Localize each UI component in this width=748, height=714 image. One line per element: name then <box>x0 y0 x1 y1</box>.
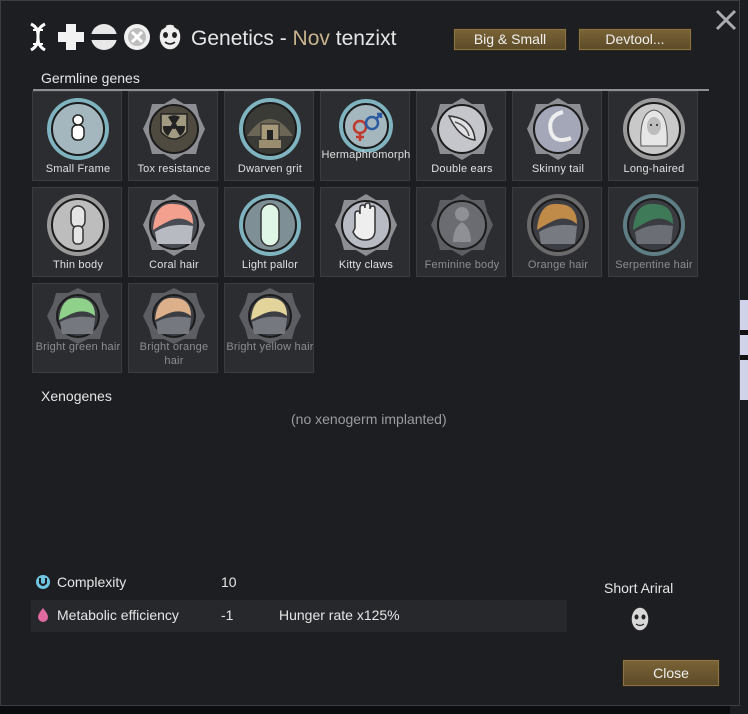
germline-genes-label: Germline genes <box>41 70 140 86</box>
pill-icon[interactable] <box>89 21 119 53</box>
x-circle-icon[interactable] <box>122 21 152 53</box>
gene-label: Bright green hair <box>35 341 121 353</box>
gene-label: Bright yellow hair <box>226 341 314 353</box>
title-icon-row <box>23 21 185 53</box>
gene-label: Double ears <box>431 163 493 175</box>
complexity-icon <box>36 575 50 589</box>
gene-label: Kitty claws <box>338 259 394 271</box>
serpentine-hair-icon <box>623 194 685 256</box>
gene-label: Light pallor <box>241 259 299 271</box>
gene-label: Dwarven grit <box>237 163 303 175</box>
gene-long-haired[interactable]: Long-haired <box>608 91 698 181</box>
bright-green-hair-icon <box>47 288 109 344</box>
gene-label: Skinny tail <box>531 163 585 175</box>
gene-bright-green-hair[interactable]: Bright green hair <box>32 283 122 373</box>
gene-label: Long-haired <box>623 163 685 175</box>
no-xenogerm-text: (no xenogerm implanted) <box>291 411 447 427</box>
gene-serpentine-hair[interactable]: Serpentine hair <box>608 187 698 277</box>
gene-orange-hair[interactable]: Orange hair <box>512 187 602 277</box>
gene-label: Coral hair <box>149 259 199 271</box>
coral-hair-icon <box>143 194 205 256</box>
skinny-tail-icon <box>527 98 589 160</box>
gene-thin-body[interactable]: Thin body <box>32 187 122 277</box>
gene-bright-orange-hair[interactable]: Bright orange hair <box>128 283 218 373</box>
genetics-dialog: Genetics - Nov tenzixt Big & Small Devto… <box>0 0 740 706</box>
gene-label: Hermaphromorph <box>321 149 411 161</box>
stat-name: Complexity <box>57 574 127 590</box>
light-pallor-icon <box>239 194 301 256</box>
big-small-button[interactable]: Big & Small <box>453 28 567 51</box>
stat-row-metabolic-efficiency[interactable]: Metabolic efficiency -1 Hunger rate x125… <box>31 600 567 632</box>
long-haired-icon <box>623 98 685 160</box>
gene-label: Tox resistance <box>137 163 211 175</box>
face-mask-icon[interactable] <box>155 21 185 53</box>
title-prefix: Genetics - <box>191 27 293 50</box>
stat-note: Hunger rate x125% <box>279 607 400 623</box>
gene-label: Thin body <box>52 259 104 271</box>
gene-label: Small Frame <box>45 163 111 175</box>
bright-yellow-hair-icon <box>239 288 301 344</box>
gene-label: Orange hair <box>527 259 589 271</box>
gene-dwarven-grit[interactable]: Dwarven grit <box>224 91 314 181</box>
gene-coral-hair[interactable]: Coral hair <box>128 187 218 277</box>
pawn-name: tenzixt <box>329 27 397 50</box>
close-icon[interactable] <box>713 7 739 33</box>
stat-name: Metabolic efficiency <box>57 607 179 623</box>
gene-small-frame[interactable]: Small Frame <box>32 91 122 181</box>
tox-resistance-icon <box>143 98 205 160</box>
small-frame-icon <box>47 98 109 160</box>
cross-icon[interactable] <box>56 21 86 53</box>
gene-double-ears[interactable]: Double ears <box>416 91 506 181</box>
xenotype-name: Nov <box>292 27 330 50</box>
dna-icon[interactable] <box>23 21 53 53</box>
gene-tox-resistance[interactable]: Tox resistance <box>128 91 218 181</box>
metabolism-icon <box>38 608 48 622</box>
devtool-button[interactable]: Devtool... <box>578 28 692 51</box>
xenogenes-label: Xenogenes <box>41 388 112 404</box>
dialog-title: Genetics - Nov tenzixt <box>191 27 396 51</box>
close-button[interactable]: Close <box>622 659 720 687</box>
gene-label: Serpentine hair <box>615 259 693 271</box>
hermaphromorph-icon <box>339 99 393 152</box>
endotype-name: Short Ariral <box>604 580 674 596</box>
xenotype-face-icon[interactable] <box>629 605 651 633</box>
thin-body-icon <box>47 194 109 256</box>
dwarven-grit-icon <box>239 98 301 160</box>
stat-value: 10 <box>221 574 237 590</box>
gene-hermaphromorph[interactable]: Hermaphromorph <box>320 91 410 181</box>
kitty-claws-icon <box>335 194 397 256</box>
stat-row-complexity[interactable]: Complexity 10 <box>31 567 567 599</box>
gene-label: Feminine body <box>424 259 500 271</box>
bright-orange-hair-icon <box>143 288 205 344</box>
double-ears-icon <box>431 98 493 160</box>
gene-bright-yellow-hair[interactable]: Bright yellow hair <box>224 283 314 373</box>
gene-kitty-claws[interactable]: Kitty claws <box>320 187 410 277</box>
orange-hair-icon <box>527 194 589 256</box>
gene-label: Bright orange hair <box>139 341 209 367</box>
gene-feminine-body[interactable]: Feminine body <box>416 187 506 277</box>
gene-light-pallor[interactable]: Light pallor <box>224 187 314 277</box>
gene-skinny-tail[interactable]: Skinny tail <box>512 91 602 181</box>
stat-value: -1 <box>221 607 234 623</box>
feminine-body-icon <box>431 194 493 256</box>
